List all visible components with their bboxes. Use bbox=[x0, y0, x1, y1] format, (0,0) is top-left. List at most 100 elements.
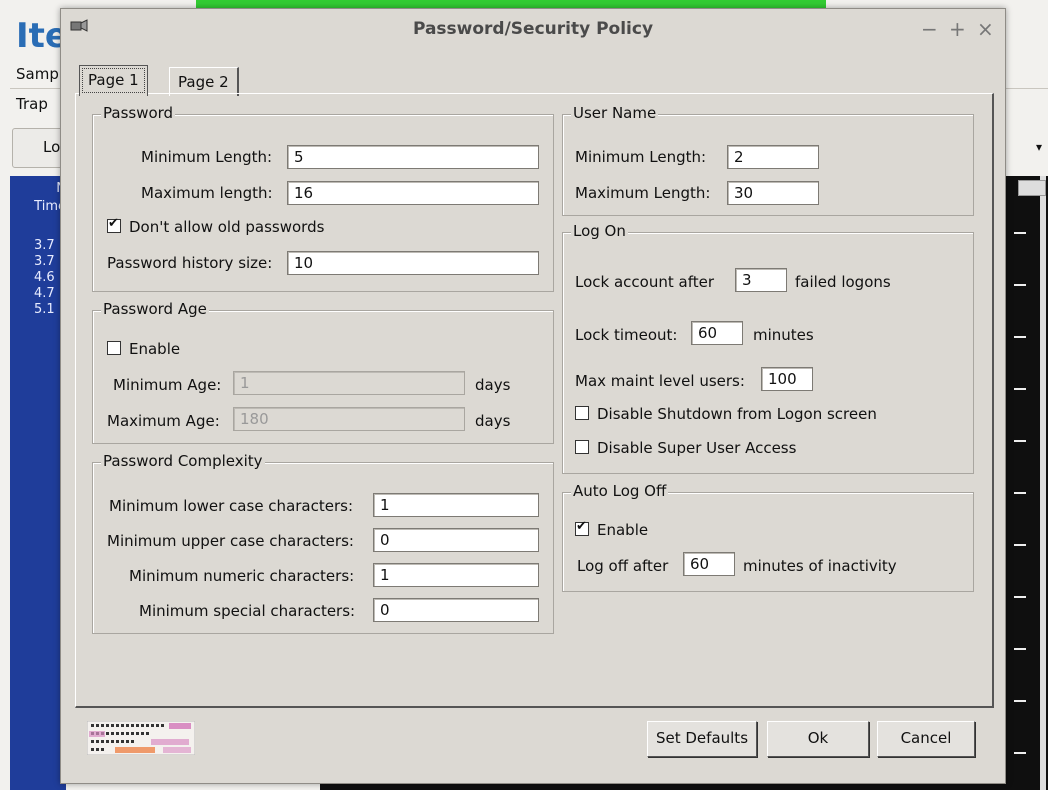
max-maint-users-label: Max maint level users: bbox=[575, 372, 745, 390]
min-numeric-input[interactable] bbox=[373, 563, 539, 587]
password-security-dialog: Password/Security Policy − + × Page 1 Pa… bbox=[60, 8, 1006, 784]
tab-page-2[interactable]: Page 2 bbox=[169, 67, 239, 96]
password-history-label: Password history size: bbox=[107, 254, 273, 272]
password-group: Password Minimum Length: Maximum length:… bbox=[92, 104, 554, 292]
lock-timeout-input[interactable] bbox=[691, 321, 743, 345]
user-name-group: User Name Minimum Length: Maximum Length… bbox=[562, 104, 974, 216]
plot-tick bbox=[1014, 544, 1026, 546]
min-lower-input[interactable] bbox=[373, 493, 539, 517]
disable-super-user-checkbox[interactable]: Disable Super User Access bbox=[575, 439, 796, 457]
min-special-label: Minimum special characters: bbox=[139, 602, 356, 620]
plot-slider-track[interactable] bbox=[1040, 176, 1046, 790]
user-name-group-title: User Name bbox=[571, 104, 659, 122]
background-list-values: 3.7 3.7 4.6 4.7 5.1 bbox=[34, 238, 55, 318]
checkbox-unchecked-icon bbox=[107, 341, 121, 355]
no-old-passwords-label: Don't allow old passwords bbox=[129, 218, 325, 236]
auto-log-off-enable-label: Enable bbox=[597, 521, 649, 539]
min-upper-label: Minimum upper case characters: bbox=[107, 532, 354, 550]
list-item[interactable]: 3.7 bbox=[34, 254, 55, 270]
max-age-input bbox=[233, 407, 465, 431]
background-row-label: Samp bbox=[16, 65, 59, 83]
checkbox-checked-icon bbox=[575, 519, 589, 536]
background-list[interactable]: N Time 3.7 3.7 4.6 4.7 5.1 bbox=[10, 176, 66, 790]
min-lower-label: Minimum lower case characters: bbox=[109, 497, 354, 515]
password-complexity-group: Password Complexity Minimum lower case c… bbox=[92, 452, 554, 634]
max-maint-users-input[interactable] bbox=[761, 367, 813, 391]
user-min-length-label: Minimum Length: bbox=[575, 148, 707, 166]
plot-tick bbox=[1014, 596, 1026, 598]
plot-tick bbox=[1014, 440, 1026, 442]
list-item[interactable]: 4.6 bbox=[34, 270, 55, 286]
log-on-group-title: Log On bbox=[571, 222, 628, 240]
log-off-after-input[interactable] bbox=[683, 552, 735, 576]
list-item[interactable]: 5.1 bbox=[34, 302, 55, 318]
password-age-group: Password Age Enable Minimum Age: days Ma… bbox=[92, 300, 554, 444]
minutes-of-inactivity-label: minutes of inactivity bbox=[743, 557, 897, 575]
background-list-header: N Time bbox=[10, 180, 66, 216]
background-row-label: Trap bbox=[16, 95, 48, 113]
dialog-titlebar[interactable]: Password/Security Policy − + × bbox=[61, 9, 1005, 49]
min-age-input bbox=[233, 371, 465, 395]
checkbox-unchecked-icon bbox=[575, 406, 589, 420]
lock-timeout-minutes-label: minutes bbox=[753, 326, 814, 344]
max-age-days-label: days bbox=[475, 412, 511, 430]
checkbox-checked-icon bbox=[107, 216, 121, 233]
password-age-group-title: Password Age bbox=[101, 300, 209, 318]
password-min-length-input[interactable] bbox=[287, 145, 539, 169]
plot-tick bbox=[1014, 700, 1026, 702]
checkbox-unchecked-icon bbox=[575, 440, 589, 454]
failed-logons-label: failed logons bbox=[795, 273, 891, 291]
keyboard-icon[interactable] bbox=[87, 721, 195, 755]
min-numeric-label: Minimum numeric characters: bbox=[129, 567, 355, 585]
maximize-button[interactable]: + bbox=[949, 17, 966, 41]
cancel-button[interactable]: Cancel bbox=[877, 721, 975, 757]
dialog-title: Password/Security Policy bbox=[412, 19, 654, 39]
min-age-days-label: days bbox=[475, 376, 511, 394]
min-special-input[interactable] bbox=[373, 598, 539, 622]
lock-account-after-input[interactable] bbox=[735, 268, 787, 292]
password-age-enable-label: Enable bbox=[129, 340, 181, 358]
disable-shutdown-label: Disable Shutdown from Logon screen bbox=[597, 405, 877, 423]
background-progress-strip bbox=[196, 0, 826, 8]
min-upper-input[interactable] bbox=[373, 528, 539, 552]
ok-button[interactable]: Ok bbox=[767, 721, 869, 757]
plot-tick bbox=[1014, 284, 1026, 286]
minimize-button[interactable]: − bbox=[921, 17, 938, 41]
user-max-length-input[interactable] bbox=[727, 181, 819, 205]
list-header-line: N bbox=[10, 180, 66, 198]
set-defaults-button[interactable]: Set Defaults bbox=[647, 721, 757, 757]
background-button-label: Lo bbox=[43, 138, 61, 156]
plot-tick bbox=[1014, 336, 1026, 338]
password-history-input[interactable] bbox=[287, 251, 539, 275]
user-max-length-label: Maximum Length: bbox=[575, 184, 711, 202]
auto-log-off-group: Auto Log Off Enable Log off after minute… bbox=[562, 482, 974, 592]
list-header-line: Time bbox=[34, 199, 66, 214]
plot-tick bbox=[1014, 648, 1026, 650]
chevron-down-icon[interactable]: ▾ bbox=[1036, 140, 1042, 154]
min-age-label: Minimum Age: bbox=[113, 376, 222, 394]
log-off-after-label: Log off after bbox=[577, 557, 669, 575]
disable-super-user-label: Disable Super User Access bbox=[597, 439, 797, 457]
password-complexity-group-title: Password Complexity bbox=[101, 452, 265, 470]
log-on-group: Log On Lock account after failed logons … bbox=[562, 222, 974, 474]
no-old-passwords-checkbox[interactable]: Don't allow old passwords bbox=[107, 216, 325, 236]
list-item[interactable]: 4.7 bbox=[34, 286, 55, 302]
tab-panel-page-1: Password Minimum Length: Maximum length:… bbox=[75, 93, 994, 708]
plot-tick bbox=[1014, 752, 1026, 754]
list-item[interactable]: 3.7 bbox=[34, 238, 55, 254]
disable-shutdown-checkbox[interactable]: Disable Shutdown from Logon screen bbox=[575, 405, 877, 423]
password-group-title: Password bbox=[101, 104, 176, 122]
plot-slider-handle[interactable] bbox=[1018, 180, 1046, 196]
close-button[interactable]: × bbox=[977, 17, 994, 41]
max-age-label: Maximum Age: bbox=[107, 412, 220, 430]
plot-tick bbox=[1014, 232, 1026, 234]
auto-log-off-enable-checkbox[interactable]: Enable bbox=[575, 519, 649, 539]
password-max-length-label: Maximum length: bbox=[141, 184, 273, 202]
tab-page-1[interactable]: Page 1 bbox=[79, 65, 148, 96]
background-plot bbox=[1000, 176, 1048, 790]
lock-account-after-label: Lock account after bbox=[575, 273, 714, 291]
password-max-length-input[interactable] bbox=[287, 181, 539, 205]
password-age-enable-checkbox[interactable]: Enable bbox=[107, 340, 180, 358]
plot-tick bbox=[1014, 388, 1026, 390]
user-min-length-input[interactable] bbox=[727, 145, 819, 169]
